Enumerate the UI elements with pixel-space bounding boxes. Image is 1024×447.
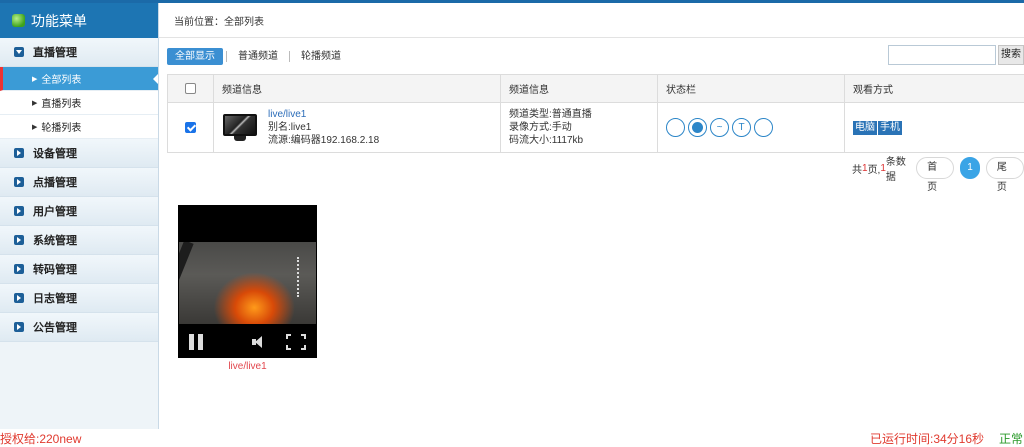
- last-page-button[interactable]: 尾页: [985, 157, 1024, 193]
- collapse-icon: [14, 235, 24, 245]
- row-select-cell: [167, 102, 214, 153]
- pagination-prefix: 共: [852, 164, 862, 176]
- sidebar-group-system[interactable]: 系统管理: [0, 226, 158, 255]
- tab-carousel-channels[interactable]: 轮播频道: [293, 48, 349, 65]
- bitrate: 码流大小:1117kb: [509, 135, 584, 146]
- camera-icon[interactable]: [688, 118, 707, 137]
- sidebar-group-label: 用户管理: [33, 206, 77, 218]
- sidebar-group-transcode[interactable]: 转码管理: [0, 255, 158, 284]
- pagination-mid: 页,: [867, 164, 881, 176]
- collapse-icon: [14, 264, 24, 274]
- video-player[interactable]: [178, 205, 317, 358]
- select-all-checkbox[interactable]: [185, 82, 196, 94]
- sidebar-group-notice[interactable]: 公告管理: [0, 313, 158, 342]
- sidebar-item-label: 直播列表: [41, 99, 82, 110]
- sidebar-group-label: 设备管理: [33, 148, 77, 160]
- status-text: 正常: [999, 432, 1024, 446]
- sidebar: 功能菜单 直播管理 ▶ 全部列表 ▶ 直播列表 ▶ 轮播列表 设备管理 点播管理…: [0, 3, 159, 429]
- sidebar-group-label: 日志管理: [33, 293, 77, 305]
- sidebar-group-label: 系统管理: [33, 235, 77, 247]
- tab-divider: [289, 51, 290, 62]
- uptime-text: 已运行时间:34分16秒: [870, 432, 985, 446]
- sidebar-group-label: 公告管理: [33, 322, 77, 334]
- t-icon[interactable]: T: [732, 118, 751, 137]
- pagination: 共 1 页, 1 条数据 首页 1 尾页: [852, 153, 1024, 193]
- collapse-icon: [14, 148, 24, 158]
- arrow-right-icon: ▶: [32, 99, 38, 107]
- channel-type: 频道类型:普通直播: [509, 109, 592, 120]
- select-all-cell: [167, 74, 214, 103]
- sidebar-group-live[interactable]: 直播管理: [0, 38, 158, 67]
- column-header: 频道信息: [213, 74, 501, 103]
- column-header: 状态栏: [657, 74, 845, 103]
- cube-icon: [12, 14, 25, 27]
- sidebar-group-log[interactable]: 日志管理: [0, 284, 158, 313]
- fullscreen-icon[interactable]: [286, 334, 306, 350]
- arrow-right-icon: ▶: [32, 123, 38, 131]
- column-header: 频道信息: [500, 74, 658, 103]
- channel-info-cell: live/live1 别名:live1 流源:编码器192.168.2.18: [213, 102, 501, 153]
- circle-icon[interactable]: [666, 118, 685, 137]
- video-frame: [179, 242, 316, 324]
- sidebar-item-all-list[interactable]: ▶ 全部列表: [0, 67, 158, 91]
- collapse-icon: [14, 293, 24, 303]
- watch-mobile-badge[interactable]: 手机: [878, 120, 902, 135]
- pagination-suffix: 条数据: [885, 157, 906, 183]
- collapse-icon: [14, 177, 24, 187]
- channel-name-link[interactable]: live/live1: [268, 108, 379, 121]
- expand-icon: [14, 47, 24, 57]
- record-mode: 录像方式:手动: [509, 122, 572, 133]
- watch-mode-cell: 电脑 手机: [844, 102, 1024, 153]
- pause-icon[interactable]: [189, 334, 205, 350]
- table-row: live/live1 别名:live1 流源:编码器192.168.2.18 频…: [167, 102, 1024, 153]
- player-caption[interactable]: live/live1: [178, 361, 317, 372]
- sidebar-group-vod[interactable]: 点播管理: [0, 168, 158, 197]
- sidebar-item-label: 全部列表: [41, 75, 82, 86]
- search-input[interactable]: [888, 45, 996, 65]
- volume-icon[interactable]: [252, 336, 266, 348]
- sidebar-group-label: 转码管理: [33, 264, 77, 276]
- column-header: 观看方式: [844, 74, 1024, 103]
- sidebar-group-label: 直播管理: [33, 47, 77, 59]
- row-checkbox[interactable]: [185, 121, 196, 133]
- current-page-button[interactable]: 1: [960, 157, 980, 179]
- breadcrumb: 当前位置：全部列表: [159, 3, 1024, 38]
- collapse-icon: [14, 206, 24, 216]
- tv-icon: [222, 113, 258, 143]
- channel-table: 频道信息 频道信息 状态栏 观看方式 live/live1 别名:live1 流…: [167, 74, 1024, 153]
- channel-alias: 别名:live1: [268, 122, 312, 133]
- arrow-right-icon: ▶: [32, 75, 38, 83]
- wave-icon[interactable]: ~: [710, 118, 729, 137]
- sidebar-item-carousel-list[interactable]: ▶ 轮播列表: [0, 115, 158, 139]
- sidebar-title: 功能菜单: [31, 12, 87, 29]
- footer: 授权给:220new 已运行时间:34分16秒 正常: [0, 429, 1024, 447]
- watch-pc-badge[interactable]: 电脑: [853, 120, 877, 135]
- channel-source: 流源:编码器192.168.2.18: [268, 135, 380, 146]
- first-page-button[interactable]: 首页: [916, 157, 955, 193]
- player-controls: [178, 327, 317, 358]
- sidebar-group-label: 点播管理: [33, 177, 77, 189]
- tab-divider: [226, 51, 227, 62]
- circle-icon[interactable]: [754, 118, 773, 137]
- table-header-row: 频道信息 频道信息 状态栏 观看方式: [167, 74, 1024, 103]
- collapse-icon: [14, 322, 24, 332]
- status-cell: ~ T: [657, 102, 845, 153]
- channel-detail-cell: 频道类型:普通直播 录像方式:手动 码流大小:1117kb: [500, 102, 658, 153]
- tab-all[interactable]: 全部显示: [167, 48, 223, 65]
- sidebar-group-device[interactable]: 设备管理: [0, 139, 158, 168]
- sidebar-item-label: 轮播列表: [41, 123, 82, 134]
- search-button[interactable]: 搜索: [998, 45, 1024, 65]
- license-text: 授权给:220new: [0, 432, 82, 446]
- sidebar-group-user[interactable]: 用户管理: [0, 197, 158, 226]
- tab-normal-channels[interactable]: 普通频道: [230, 48, 286, 65]
- sidebar-item-live-list[interactable]: ▶ 直播列表: [0, 91, 158, 115]
- sidebar-header: 功能菜单: [0, 3, 158, 38]
- filter-tabs: 全部显示 普通频道 轮播频道: [167, 48, 349, 65]
